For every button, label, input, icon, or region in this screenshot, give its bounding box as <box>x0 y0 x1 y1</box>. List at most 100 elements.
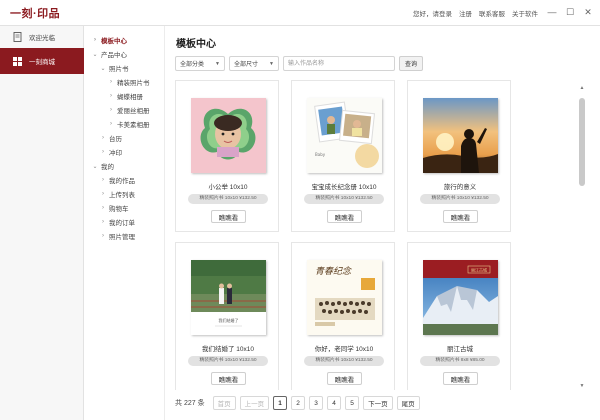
page-title: 模板中心 <box>176 39 216 50</box>
search-button[interactable]: 查询 <box>399 56 423 71</box>
template-thumbnail[interactable]: 青春纪念 <box>307 260 382 335</box>
window-controls: — ☐ ✕ <box>544 4 596 20</box>
tree-node-label: 精装照片书 <box>117 80 150 87</box>
chevron-right-icon: › <box>102 191 104 197</box>
app-logo[interactable]: 一刻·印品 <box>10 5 60 21</box>
template-price-tag: 精装照片书 8x8 ¥85.00 <box>420 356 500 366</box>
template-title: 我们结婚了 10x10 <box>201 346 255 353</box>
tree-node-mine[interactable]: ⌄ 我的 <box>85 159 164 173</box>
tree-node-photo-manage[interactable]: › 照片管理 <box>85 229 164 243</box>
template-card[interactable]: 青春纪念 你好，老同学 10x10 精装照片书 10x10 ¥132.50 瞧瞧… <box>291 242 395 390</box>
template-title: 旅行的意义 <box>443 184 477 191</box>
page-button-2[interactable]: 2 <box>291 396 306 410</box>
page-button-3[interactable]: 3 <box>309 396 324 410</box>
template-card[interactable]: 旅行的意义 精装照片书 10x10 ¥132.50 瞧瞧看 <box>407 80 511 232</box>
preview-button[interactable]: 瞧瞧看 <box>443 372 478 385</box>
template-title: 丽江古城 <box>447 346 473 353</box>
tree-node-product-center[interactable]: ⌄ 产品中心 <box>85 47 164 61</box>
preview-button[interactable]: 瞧瞧看 <box>211 210 246 223</box>
scroll-up-icon[interactable]: ▲ <box>578 84 586 92</box>
template-price-tag: 精装照片书 10x10 ¥132.50 <box>304 356 384 366</box>
template-thumbnail[interactable]: 丽江古城 <box>423 260 498 335</box>
chevron-right-icon: › <box>102 219 104 225</box>
top-links: 您好，请登录 注册 联系客服 关于软件 <box>413 8 538 18</box>
tree-node-label: 我的订单 <box>109 220 135 227</box>
tree-node-label: 照片书 <box>109 66 129 73</box>
main-content: 模板中心 全部分类 ▼ 全部尺寸 ▼ 查询 <box>166 26 600 420</box>
template-thumbnail[interactable]: 我们结婚了 <box>191 260 266 335</box>
chevron-right-icon: › <box>110 79 112 85</box>
chevron-down-icon: ⌄ <box>92 163 98 170</box>
template-thumbnail[interactable] <box>423 98 498 173</box>
contact-service-link[interactable]: 联系客服 <box>479 8 505 18</box>
about-software-link[interactable]: 关于软件 <box>512 8 538 18</box>
thumbnail-title: 青春纪念 <box>315 266 352 277</box>
tree-node-label: 我的 <box>101 164 114 171</box>
page-button-4[interactable]: 4 <box>327 396 342 410</box>
tree-node-upload-list[interactable]: › 上传列表 <box>85 187 164 201</box>
category-tree: › 模板中心 ⌄ 产品中心 ⌄ 照片书 › 精装照片书 › 蝴蝶相册 › 爱丽丝相册 › 卡美… <box>85 26 165 420</box>
chevron-right-icon: › <box>102 205 104 211</box>
tree-node-label: 模板中心 <box>101 38 127 45</box>
chevron-right-icon: › <box>102 177 104 183</box>
scroll-down-icon[interactable]: ▼ <box>578 382 586 390</box>
tree-node-calendar[interactable]: › 台历 <box>85 131 164 145</box>
template-thumbnail[interactable]: Baby <box>307 98 382 173</box>
template-card[interactable]: 丽江古城 丽江古城 精装照片书 8x8 ¥85.00 瞧瞧看 <box>407 242 511 390</box>
template-price-tag: 精装照片书 10x10 ¥132.50 <box>188 356 268 366</box>
svg-text:Baby: Baby <box>315 152 326 157</box>
close-icon[interactable]: ✕ <box>580 4 596 20</box>
first-page-button[interactable]: 首页 <box>212 396 236 410</box>
tree-node-label: 蝴蝶相册 <box>117 94 143 101</box>
tree-node-kameisu-album[interactable]: › 卡美素相册 <box>85 117 164 131</box>
category-select[interactable]: 全部分类 ▼ <box>175 56 225 71</box>
template-title: 你好，老同学 10x10 <box>314 346 374 353</box>
template-card[interactable]: Baby 宝宝成长纪念册 10x10 精装照片书 10x10 ¥132.50 瞧… <box>291 80 395 232</box>
tree-node-print[interactable]: › 冲印 <box>85 145 164 159</box>
tree-node-photo-book[interactable]: ⌄ 照片书 <box>85 61 164 75</box>
tree-node-cart[interactable]: › 购物车 <box>85 201 164 215</box>
chevron-right-icon: › <box>102 149 104 155</box>
chevron-down-icon: ⌄ <box>100 65 106 72</box>
tree-node-label: 卡美素相册 <box>117 122 150 129</box>
template-card[interactable]: 小公举 10x10 精装照片书 10x10 ¥132.50 瞧瞧看 <box>175 80 279 232</box>
chevron-right-icon: › <box>110 93 112 99</box>
preview-button[interactable]: 瞧瞧看 <box>211 372 246 385</box>
caret-down-icon: ▼ <box>269 60 274 67</box>
caret-down-icon: ▼ <box>215 60 220 67</box>
tree-node-hardcover-book[interactable]: › 精装照片书 <box>85 75 164 89</box>
search-input[interactable] <box>283 56 395 71</box>
tree-node-label: 爱丽丝相册 <box>117 108 150 115</box>
template-card[interactable]: 我们结婚了 我们结婚了 10x10 精装照片书 10x10 ¥132.50 瞧瞧… <box>175 242 279 390</box>
register-link[interactable]: 注册 <box>459 8 472 18</box>
preview-button[interactable]: 瞧瞧看 <box>443 210 478 223</box>
tree-node-label: 照片管理 <box>109 234 135 241</box>
scroll-thumb[interactable] <box>579 98 585 186</box>
template-price-tag: 精装照片书 10x10 ¥132.50 <box>420 194 500 204</box>
maximize-icon[interactable]: ☐ <box>562 4 578 20</box>
tree-node-alice-album[interactable]: › 爱丽丝相册 <box>85 103 164 117</box>
prev-page-button[interactable]: 上一页 <box>239 396 270 410</box>
tree-node-my-orders[interactable]: › 我的订单 <box>85 215 164 229</box>
scrollbar[interactable]: ▲ ▼ <box>578 84 586 390</box>
minimize-icon[interactable]: — <box>544 4 560 20</box>
preview-button[interactable]: 瞧瞧看 <box>327 372 362 385</box>
chevron-down-icon: ⌄ <box>92 51 98 58</box>
template-grid: 小公举 10x10 精装照片书 10x10 ¥132.50 瞧瞧看 Baby 宝… <box>175 80 511 390</box>
tree-node-my-works[interactable]: › 我的作品 <box>85 173 164 187</box>
filter-bar: 全部分类 ▼ 全部尺寸 ▼ 查询 <box>175 56 423 71</box>
next-page-button[interactable]: 下一页 <box>363 396 393 410</box>
preview-button[interactable]: 瞧瞧看 <box>327 210 362 223</box>
template-thumbnail[interactable] <box>191 98 266 173</box>
category-select-value: 全部分类 <box>180 62 205 68</box>
login-link[interactable]: 您好，请登录 <box>413 8 452 18</box>
page-button-5[interactable]: 5 <box>345 396 360 410</box>
sidebar-item-mall[interactable]: 一刻商城 <box>0 48 84 74</box>
chevron-right-icon: › <box>110 107 112 113</box>
size-select[interactable]: 全部尺寸 ▼ <box>229 56 279 71</box>
sidebar-item-welcome[interactable]: 欢迎光临 <box>0 26 84 48</box>
page-button-1[interactable]: 1 <box>273 396 288 410</box>
tree-node-template-center[interactable]: › 模板中心 <box>85 33 164 47</box>
last-page-button[interactable]: 尾页 <box>396 396 420 410</box>
tree-node-butterfly-album[interactable]: › 蝴蝶相册 <box>85 89 164 103</box>
